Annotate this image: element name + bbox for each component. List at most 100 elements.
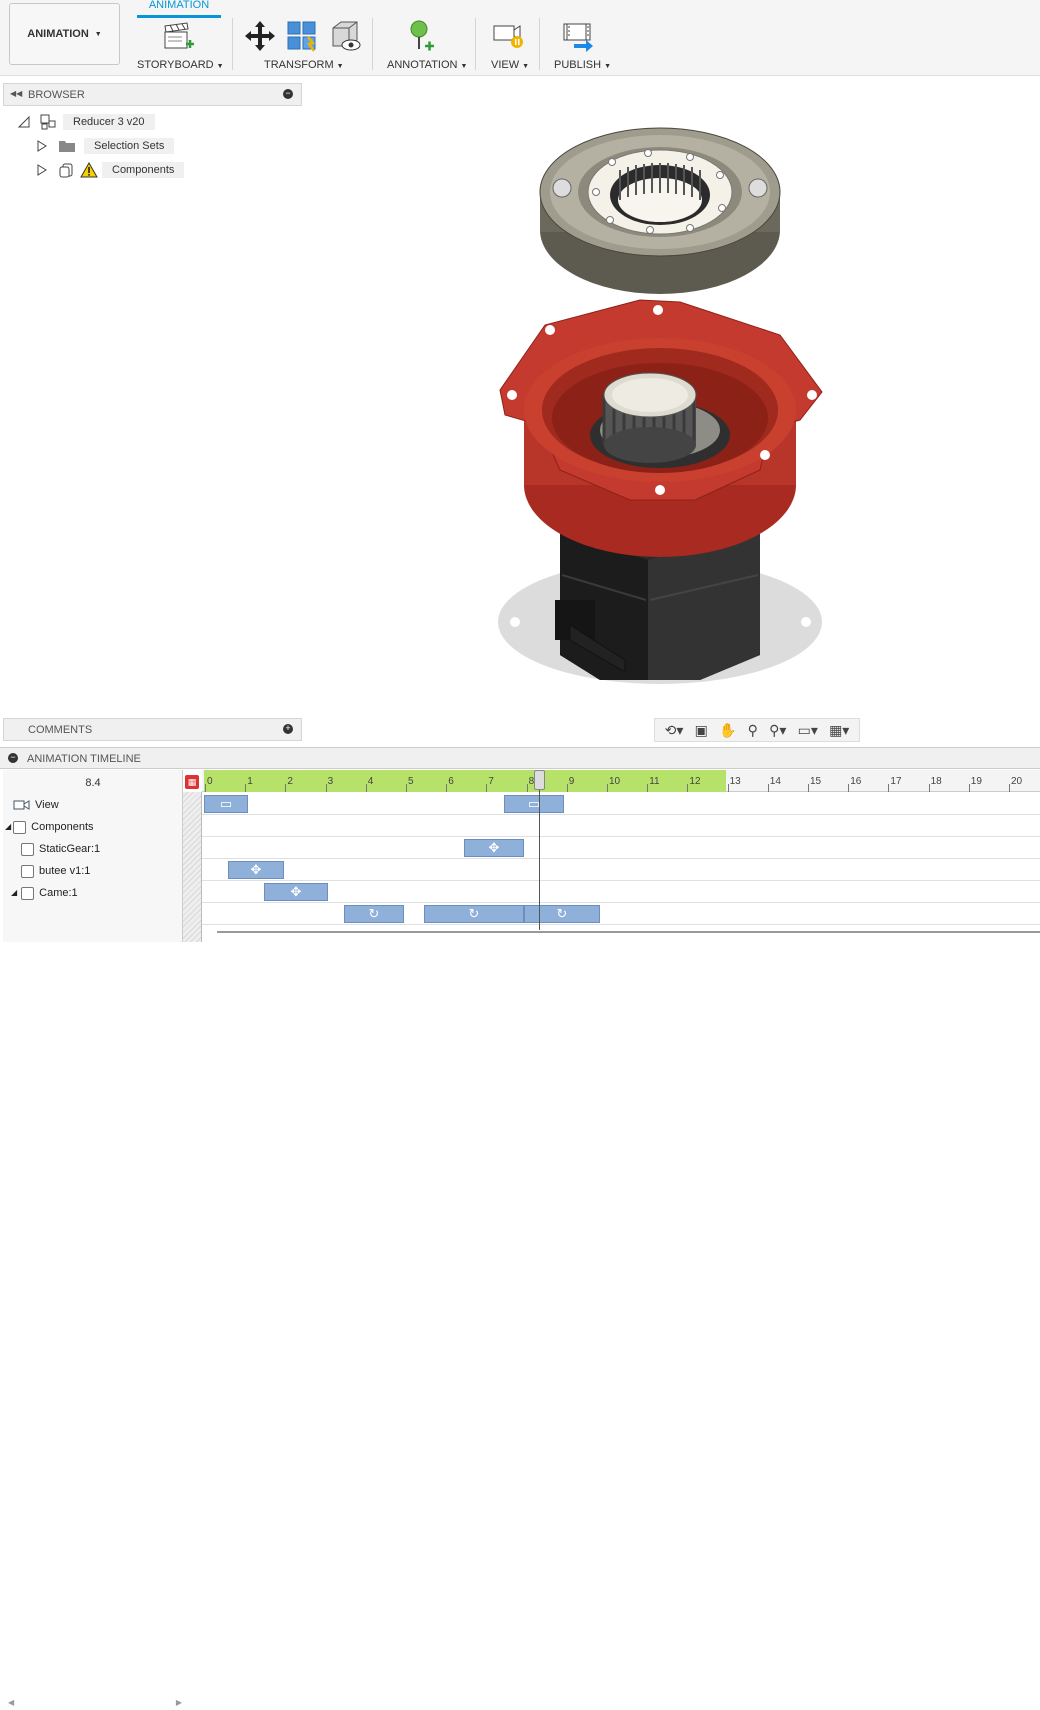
new-storyboard-icon[interactable] — [162, 20, 194, 52]
look-at-icon[interactable]: ▣ — [695, 722, 708, 739]
publish-menu[interactable]: PUBLISH ▼ — [554, 59, 611, 71]
grid-settings-icon[interactable]: ▦▾ — [829, 722, 849, 739]
chevron-down-icon: ▼ — [216, 63, 224, 70]
view-menu[interactable]: VIEW ▼ — [491, 59, 529, 71]
expanded-triangle-icon[interactable]: ◢ — [5, 816, 11, 838]
ruler-tick — [687, 784, 689, 792]
browser-title: BROWSER — [28, 89, 85, 101]
tab-animation[interactable]: ANIMATION — [137, 0, 221, 18]
selection-sets-label: Selection Sets — [84, 138, 175, 154]
minus-circle-icon[interactable]: − — [8, 753, 18, 763]
row-label: butee v1:1 — [39, 865, 91, 877]
pan-icon[interactable]: ✋ — [719, 722, 736, 739]
browser-panel-header: ◀◀ BROWSER − — [3, 83, 302, 106]
ruler-tick — [446, 784, 448, 792]
ruler-tick — [808, 784, 809, 792]
track-components — [202, 815, 1040, 837]
workspace-switcher-button[interactable]: ANIMATION ▼ — [9, 3, 120, 65]
display-settings-icon[interactable]: ▭▾ — [798, 722, 818, 739]
browser-item-selection-sets[interactable]: Selection Sets — [36, 136, 175, 156]
bearing-ring-gear[interactable] — [539, 127, 781, 294]
ruler-tick — [767, 784, 769, 792]
ruler-tick — [486, 784, 488, 792]
camera-keyframe[interactable]: ▭ — [504, 795, 564, 813]
components-folder-icon — [59, 163, 73, 178]
collapse-panel-icon[interactable]: ◀◀ — [10, 89, 22, 98]
ruler-tick-label: 5 — [408, 776, 414, 787]
ruler-tick — [285, 784, 287, 792]
timeline-row-components[interactable]: ◢ Components — [5, 816, 94, 838]
timeline-row-staticgear[interactable]: StaticGear:1 — [21, 838, 100, 860]
timeline-row-view[interactable]: View — [13, 794, 59, 816]
ruler-tick — [365, 784, 367, 792]
zoom-window-icon[interactable]: ⚲▾ — [769, 722, 786, 739]
shadow-hole — [765, 675, 775, 685]
camera-keyframe[interactable]: ▭ — [204, 795, 248, 813]
toolbar-divider — [232, 18, 233, 70]
track-butee: ✥ — [202, 859, 1040, 881]
ruler-tick — [727, 784, 729, 792]
ruler-tick — [607, 784, 608, 792]
chevron-down-icon: ▼ — [460, 63, 468, 70]
view-camera-icon[interactable] — [492, 20, 524, 52]
ruler-tick — [245, 784, 247, 792]
browser-root-item[interactable]: Reducer 3 v20 — [18, 112, 155, 132]
collapsed-triangle-icon[interactable] — [36, 140, 48, 152]
timeline-scrollbar[interactable] — [217, 931, 1040, 933]
canvas-viewport[interactable] — [300, 78, 1040, 718]
callout-icon[interactable] — [405, 20, 437, 52]
storyboard-label: STORYBOARD — [137, 59, 214, 71]
timeline-tracks[interactable]: 0 1 2 3 4 5 6 7 8 9 10 11 12 13 14 15 16 17 18 19 20 ▭ ▭ ✥ ✥… — [202, 770, 1040, 942]
rotate-keyframe[interactable]: ↻ — [524, 905, 600, 923]
transform-keyframe[interactable]: ✥ — [228, 861, 284, 879]
browser-item-components[interactable]: Components — [36, 160, 185, 180]
transform-keyframe[interactable]: ✥ — [464, 839, 524, 857]
tree-scrollbar[interactable]: ◀ ▶ — [6, 1696, 186, 1710]
storyboard-menu[interactable]: STORYBOARD ▼ — [137, 59, 224, 71]
ruler-tick-label: 0 — [207, 776, 213, 787]
rotate-keyframe[interactable]: ↻ — [424, 905, 524, 923]
collapsed-triangle-icon[interactable] — [36, 164, 48, 176]
transform-keyframe[interactable]: ✥ — [264, 883, 328, 901]
transform-label: TRANSFORM — [264, 59, 334, 71]
publish-label: PUBLISH — [554, 59, 602, 71]
annotation-menu[interactable]: ANNOTATION ▼ — [387, 59, 467, 71]
timeline-tree: 8.4 View ◢ Components StaticGear:1 butee… — [3, 770, 183, 1707]
row-label: View — [35, 799, 59, 811]
ruler-tick-label: 3 — [327, 776, 334, 787]
ruler-tick — [406, 784, 407, 792]
ruler-tick — [566, 784, 568, 792]
timeline-row-came[interactable]: ◢ Came:1 — [11, 882, 78, 904]
row-label: StaticGear:1 — [39, 843, 101, 855]
minus-circle-icon[interactable]: − — [283, 89, 293, 99]
move-icon[interactable] — [244, 20, 276, 52]
auto-explode-icon[interactable] — [286, 20, 318, 52]
track-came: ✥ — [202, 881, 1040, 903]
rotate-keyframe[interactable]: ↻ — [344, 905, 404, 923]
timeline-row-butee[interactable]: butee v1:1 — [21, 860, 90, 882]
workspace-label: ANIMATION — [27, 28, 89, 40]
current-time-field[interactable]: 8.4 — [3, 772, 183, 794]
ruler-tick-label: 18 — [930, 776, 942, 787]
shadow-hole — [801, 617, 811, 627]
zoom-icon[interactable]: ⚲ — [748, 722, 758, 739]
expanded-triangle-icon[interactable] — [18, 116, 30, 128]
orbit-icon[interactable]: ⟲▾ — [665, 722, 684, 739]
camera-icon — [13, 800, 30, 810]
playhead[interactable] — [539, 770, 540, 930]
time-ruler[interactable]: 0 1 2 3 4 5 6 7 8 9 10 11 12 13 14 15 16 17 18 19 20 — [202, 770, 1040, 792]
components-icon — [13, 820, 27, 834]
ruler-tick-label: 10 — [609, 776, 621, 787]
comments-panel-header: COMMENTS + — [3, 718, 302, 741]
toolbar-divider — [372, 18, 373, 70]
transform-menu[interactable]: TRANSFORM ▼ — [264, 59, 344, 71]
ruler-tick-label: 14 — [769, 776, 781, 787]
plus-circle-icon[interactable]: + — [283, 724, 293, 734]
playhead-handle[interactable] — [534, 770, 545, 790]
ruler-tick — [888, 784, 890, 792]
delete-icon[interactable]: ▦ — [185, 775, 199, 789]
track-staticgear: ✥ — [202, 837, 1040, 859]
expanded-triangle-icon[interactable]: ◢ — [11, 882, 17, 904]
publish-video-icon[interactable] — [562, 20, 594, 52]
show-hide-icon[interactable] — [329, 20, 361, 52]
